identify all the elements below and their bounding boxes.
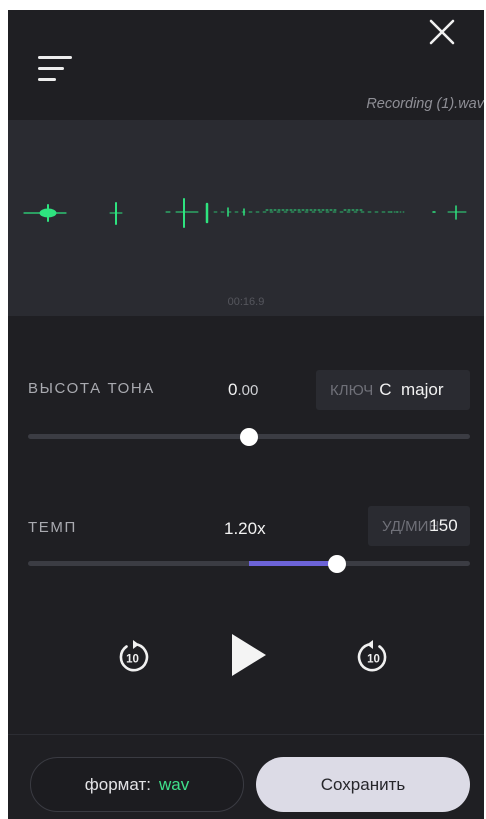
controls-panel: ВЫСОТА ТОНА 0.00 КЛЮЧ C major ТЕМП 1.20x… [8, 316, 484, 746]
pitch-slider-thumb[interactable] [240, 427, 258, 446]
app-screen: Recording (1).wav 00:16.9 ВЫСОТА ТОНА 0.… [8, 10, 484, 819]
key-label: КЛЮЧ [330, 381, 374, 399]
rewind-seconds: 10 [126, 654, 139, 666]
tempo-slider-thumb[interactable] [328, 554, 347, 573]
tempo-label: ТЕМП [28, 519, 77, 536]
pitch-slider[interactable] [28, 427, 470, 446]
format-button[interactable]: формат: wav [30, 757, 244, 812]
waveform-panel[interactable]: 00:16.9 [8, 120, 484, 316]
play-icon[interactable] [230, 632, 270, 678]
bottom-bar: формат: wav Сохранить [8, 734, 484, 819]
save-button[interactable]: Сохранить [256, 757, 470, 812]
forward-10-icon[interactable]: 10 [354, 638, 392, 676]
top-bar: Recording (1).wav [8, 10, 484, 120]
tempo-slider[interactable] [28, 554, 470, 573]
bpm-value: 150 [429, 516, 458, 535]
tempo-value: 1.20x [224, 519, 266, 538]
pitch-label: ВЫСОТА ТОНА [28, 380, 155, 397]
playback-timestamp: 00:16.9 [227, 296, 265, 308]
format-label: формат: [84, 774, 151, 794]
bpm-field[interactable]: УД/МИН 150 [368, 506, 470, 546]
forward-seconds: 10 [367, 654, 380, 666]
key-value: C major [379, 380, 444, 399]
rewind-10-icon[interactable]: 10 [114, 638, 152, 676]
pitch-value-decimal: .00 [237, 382, 259, 399]
hamburger-menu-icon[interactable] [38, 56, 74, 86]
key-selector[interactable]: КЛЮЧ C major [316, 370, 470, 410]
format-value: wav [158, 774, 190, 794]
waveform-graphic [23, 198, 467, 228]
close-icon[interactable] [426, 16, 458, 48]
pitch-value: 0.00 [228, 380, 258, 400]
recording-filename: Recording (1).wav [366, 96, 484, 112]
transport-controls: 10 10 [8, 626, 484, 686]
tempo-slider-fill [249, 561, 338, 566]
